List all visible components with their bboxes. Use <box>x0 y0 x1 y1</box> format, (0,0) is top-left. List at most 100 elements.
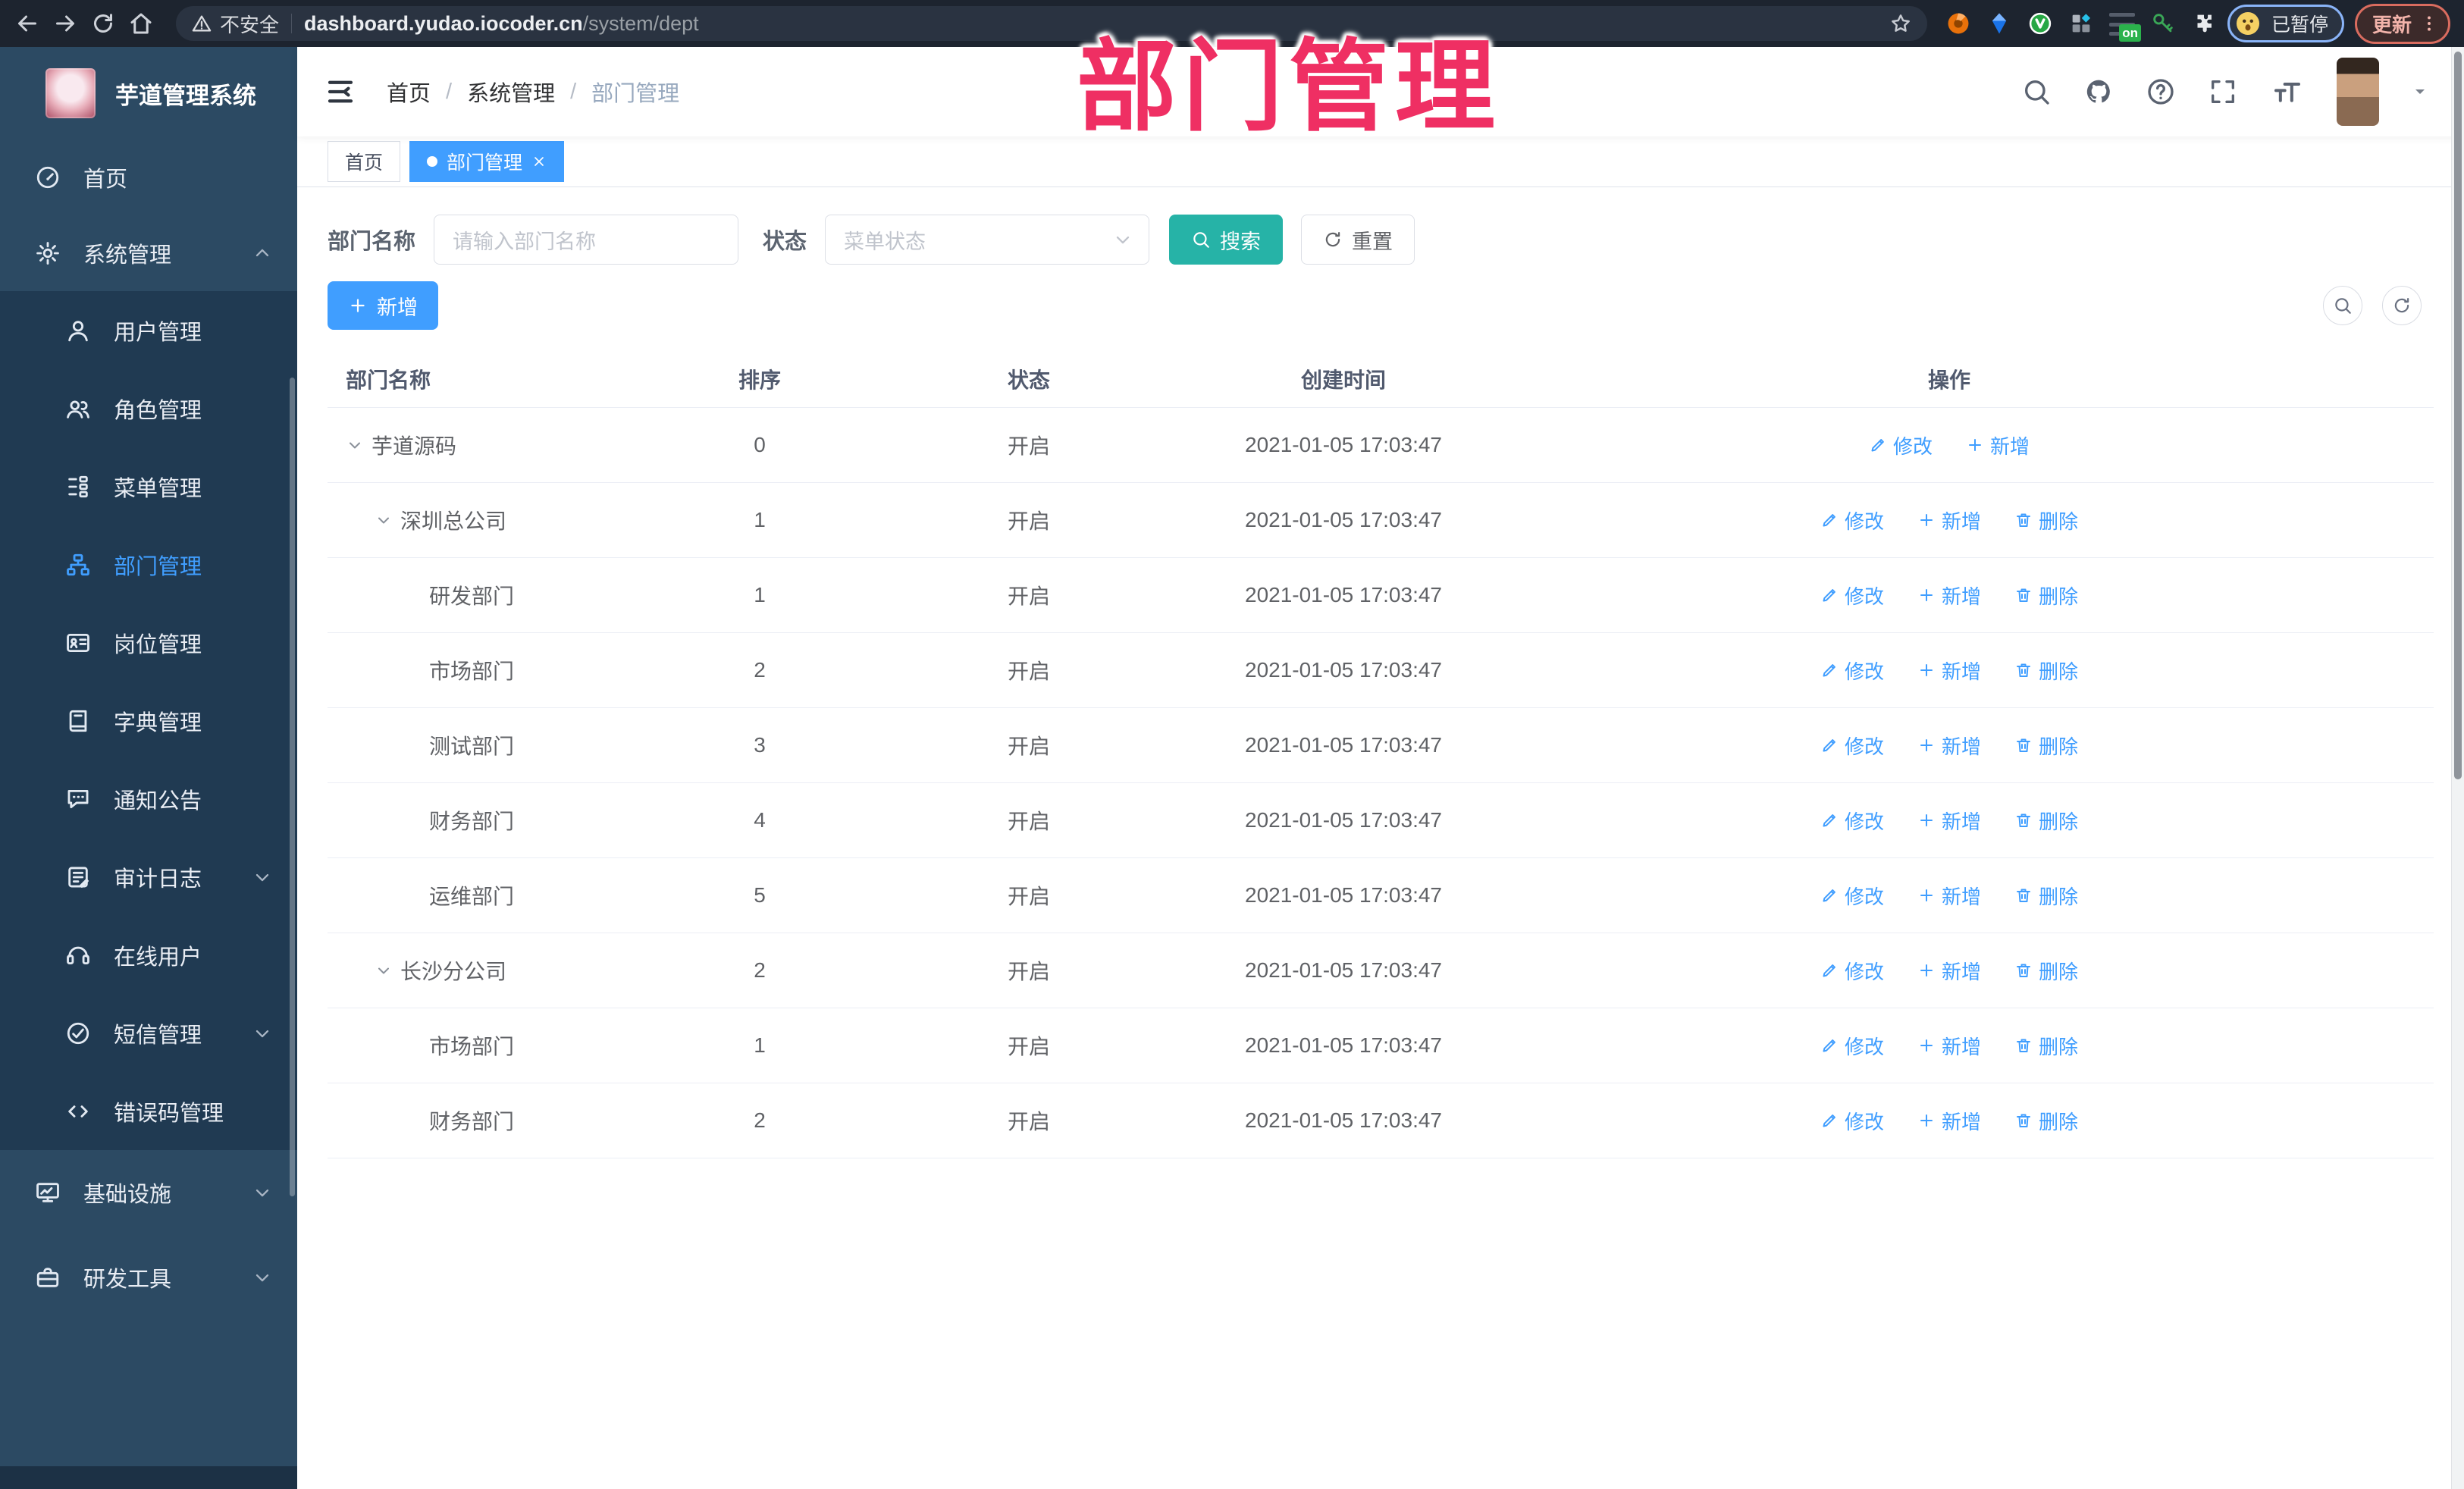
sidebar-item-dashboard[interactable]: 首页 <box>0 139 297 215</box>
edit-link[interactable]: 修改 <box>1820 882 1884 910</box>
status-select[interactable]: 菜单状态 <box>825 215 1150 265</box>
expand-arrow-slot[interactable] <box>403 1036 429 1055</box>
add-link[interactable]: 新增 <box>1917 732 1981 760</box>
tab-close-icon[interactable] <box>531 154 547 169</box>
sidebar-nav: 首页 系统管理 用户管理 角色管理 菜单管理 部门管理 岗位管理 字典管理 通知公告 审计日志 在线… <box>0 139 297 1320</box>
sidebar-item-role[interactable]: 角色管理 <box>0 369 297 447</box>
sidebar-item-user[interactable]: 用户管理 <box>0 291 297 369</box>
delete-link[interactable]: 删除 <box>2014 957 2078 985</box>
sidebar-item-dict[interactable]: 字典管理 <box>0 682 297 760</box>
edit-link[interactable]: 修改 <box>1820 957 1884 985</box>
font-size-icon[interactable] <box>2270 77 2305 107</box>
edit-link[interactable]: 修改 <box>1820 1107 1884 1135</box>
add-link[interactable]: 新增 <box>1917 807 1981 835</box>
tab-home[interactable]: 首页 <box>328 141 401 182</box>
bookmark-star-icon[interactable] <box>1889 12 1912 35</box>
sidebar-item-online-user[interactable]: 在线用户 <box>0 916 297 994</box>
expand-arrow-slot[interactable] <box>403 735 429 755</box>
sidebar-item-infra[interactable]: 基础设施 <box>0 1150 297 1235</box>
browser-update-button[interactable]: 更新 <box>2354 3 2450 44</box>
add-link[interactable]: 新增 <box>1917 581 1981 610</box>
expand-arrow-slot[interactable] <box>346 435 371 455</box>
tab-dept[interactable]: 部门管理 <box>409 141 565 182</box>
browser-profile-button[interactable]: 已暂停 <box>2227 5 2344 42</box>
expand-arrow-slot[interactable] <box>375 961 400 980</box>
edit-icon <box>1820 886 1839 904</box>
browser-menu-icon[interactable] <box>2419 14 2439 33</box>
dept-name-input[interactable]: 请输入部门名称 <box>434 215 739 265</box>
fullscreen-icon[interactable] <box>2208 77 2238 107</box>
edit-link[interactable]: 修改 <box>1869 431 1933 459</box>
breadcrumb-system[interactable]: 系统管理 <box>467 76 555 108</box>
forward-icon[interactable] <box>52 10 79 37</box>
edit-link[interactable]: 修改 <box>1820 581 1884 610</box>
extension-orange-icon[interactable] <box>1945 11 1971 36</box>
expand-arrow-slot[interactable] <box>403 660 429 680</box>
breadcrumb-home[interactable]: 首页 <box>387 76 431 108</box>
delete-link[interactable]: 删除 <box>2014 807 2078 835</box>
edit-link[interactable]: 修改 <box>1820 732 1884 760</box>
hamburger-icon[interactable] <box>324 76 356 108</box>
delete-link[interactable]: 删除 <box>2014 1107 2078 1135</box>
edit-link[interactable]: 修改 <box>1820 506 1884 534</box>
sidebar-item-devtool[interactable]: 研发工具 <box>0 1235 297 1320</box>
extension-blue-pin-icon[interactable] <box>1986 11 2012 36</box>
address-bar[interactable]: 不安全 dashboard.yudao.iocoder.cn /system/d… <box>176 6 1927 41</box>
home-icon[interactable] <box>127 10 155 37</box>
extension-key-icon[interactable] <box>2150 11 2176 36</box>
expand-arrow-slot[interactable] <box>403 810 429 830</box>
extension-grid-icon[interactable] <box>2068 11 2094 36</box>
sidebar-item-system[interactable]: 系统管理 <box>0 215 297 291</box>
sidebar-item-notice[interactable]: 通知公告 <box>0 760 297 838</box>
delete-link[interactable]: 删除 <box>2014 882 2078 910</box>
header-search-icon[interactable] <box>2021 77 2052 107</box>
delete-link[interactable]: 删除 <box>2014 506 2078 534</box>
sidebar-scrollbar[interactable] <box>290 378 295 1196</box>
reset-button[interactable]: 重置 <box>1301 215 1415 265</box>
page-scrollbar[interactable] <box>2451 47 2464 1489</box>
page-scrollbar-thumb[interactable] <box>2454 52 2462 779</box>
security-label[interactable]: 不安全 <box>220 10 279 38</box>
add-link[interactable]: 新增 <box>1917 1032 1981 1060</box>
sidebar-logo-row[interactable]: 芋道管理系统 <box>0 47 297 139</box>
add-link[interactable]: 新增 <box>1917 957 1981 985</box>
expand-arrow-slot[interactable] <box>375 510 400 530</box>
delete-link[interactable]: 删除 <box>2014 657 2078 685</box>
extension-green-icon[interactable] <box>2027 11 2053 36</box>
delete-link[interactable]: 删除 <box>2014 1032 2078 1060</box>
sidebar-item-audit-log[interactable]: 审计日志 <box>0 838 297 916</box>
avatar-caret-icon[interactable] <box>2411 83 2429 101</box>
extensions-puzzle-icon[interactable] <box>2191 11 2217 36</box>
reload-icon[interactable] <box>89 10 117 37</box>
expand-arrow-slot[interactable] <box>403 585 429 605</box>
sidebar-item-sms[interactable]: 短信管理 <box>0 994 297 1072</box>
github-icon[interactable] <box>2083 77 2114 107</box>
delete-link[interactable]: 删除 <box>2014 732 2078 760</box>
add-link[interactable]: 新增 <box>1917 657 1981 685</box>
edit-link[interactable]: 修改 <box>1820 807 1884 835</box>
add-link[interactable]: 新增 <box>1917 506 1981 534</box>
expand-arrow-slot[interactable] <box>403 1111 429 1130</box>
extension-list-icon[interactable]: on <box>2108 11 2141 42</box>
add-link[interactable]: 新增 <box>1966 431 2030 459</box>
help-icon[interactable] <box>2146 77 2176 107</box>
search-button[interactable]: 搜索 <box>1169 215 1284 265</box>
show-search-toggle-button[interactable] <box>2323 286 2362 325</box>
sidebar-item-menu[interactable]: 菜单管理 <box>0 447 297 525</box>
refresh-table-button[interactable] <box>2382 286 2422 325</box>
sidebar-item-post[interactable]: 岗位管理 <box>0 603 297 682</box>
add-link[interactable]: 新增 <box>1917 1107 1981 1135</box>
back-icon[interactable] <box>14 10 41 37</box>
delete-link[interactable]: 删除 <box>2014 581 2078 610</box>
security-warning-icon[interactable] <box>191 13 212 34</box>
user-avatar[interactable] <box>2337 58 2379 126</box>
sidebar-item-error-code[interactable]: 错误码管理 <box>0 1072 297 1150</box>
action-label: 删除 <box>2039 585 2079 608</box>
expand-arrow-slot[interactable] <box>403 886 429 905</box>
edit-link[interactable]: 修改 <box>1820 657 1884 685</box>
plus-icon <box>1917 811 1936 829</box>
sidebar-item-dept[interactable]: 部门管理 <box>0 525 297 603</box>
edit-link[interactable]: 修改 <box>1820 1032 1884 1060</box>
add-link[interactable]: 新增 <box>1917 882 1981 910</box>
add-button[interactable]: 新增 <box>328 281 438 330</box>
